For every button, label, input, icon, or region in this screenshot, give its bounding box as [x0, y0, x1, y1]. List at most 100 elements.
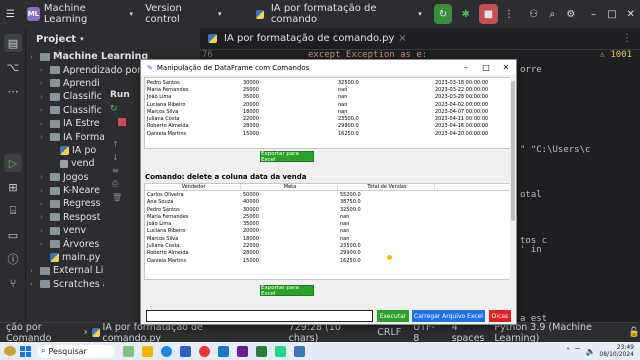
table-cell: nan [338, 108, 348, 115]
chevron-right-icon[interactable]: › [40, 66, 50, 74]
lock-icon[interactable]: 🔓 [628, 327, 640, 338]
debug-button[interactable]: ✱ [456, 4, 475, 24]
wrap-icon[interactable]: ≡ [104, 162, 140, 175]
editor-tab[interactable]: IA por formatação de comando.py [224, 33, 394, 44]
dialog-maximize-button[interactable]: □ [476, 63, 496, 72]
chevron-right-icon[interactable]: › [40, 187, 50, 195]
table-cell: 2023-03-28 00:00:00 [435, 94, 489, 101]
trash-icon[interactable]: 🗑 [104, 189, 140, 202]
chevron-right-icon[interactable]: › [30, 267, 40, 275]
close-tab-icon[interactable]: × [398, 33, 406, 44]
project-selector[interactable]: ML Machine Learning ▾ [21, 0, 139, 28]
table-header-cell[interactable]: Vendedor [145, 184, 241, 191]
settings-icon[interactable]: ⚙ [562, 4, 581, 24]
chevron-right-icon[interactable]: › [40, 133, 50, 141]
scroll-thumb[interactable] [511, 81, 515, 221]
search-icon[interactable]: ⌕ [543, 4, 562, 24]
more-tabs-icon[interactable]: ⋮ [622, 33, 632, 44]
close-button[interactable]: ✕ [621, 4, 640, 24]
print-icon[interactable]: ⎙ [104, 175, 140, 189]
table-cell: 28000 [243, 123, 259, 130]
structure-tool-icon[interactable]: ⋯ [4, 82, 22, 100]
table-header-cell[interactable]: Total de Vendas [338, 184, 435, 191]
python-packages-icon[interactable]: ⊞ [4, 178, 22, 196]
store-icon[interactable] [180, 345, 191, 357]
stop-button[interactable]: ■ [479, 4, 498, 24]
chevron-right-icon[interactable]: › [40, 173, 50, 181]
python-file-icon [50, 253, 59, 263]
stop-icon[interactable] [118, 118, 126, 126]
folder-icon [50, 226, 60, 235]
collaborate-icon[interactable]: ⚇ [524, 4, 543, 24]
chevron-right-icon[interactable]: › [40, 213, 50, 221]
table-cell: 16250.0 [338, 130, 359, 137]
run-tool-icon[interactable]: ▷ [4, 154, 22, 172]
folder-icon [50, 173, 60, 182]
export-label: Exportar para Excel [261, 150, 299, 163]
chevron-right-icon[interactable]: › [40, 200, 50, 208]
copilot-icon[interactable] [123, 345, 134, 357]
problems-icon[interactable]: ⓘ [4, 250, 22, 268]
edge-icon[interactable] [161, 345, 172, 357]
vcs-tool-icon[interactable]: ⑂ [4, 274, 22, 292]
table-cell: 23500.0 [340, 243, 361, 250]
version-control-menu[interactable]: Version control ▾ [139, 0, 227, 28]
more-actions-icon[interactable]: ⋮ [500, 4, 519, 24]
python-icon[interactable] [294, 345, 305, 357]
chevron-right-icon[interactable]: › [40, 227, 50, 235]
table-cell: 2023-04-02 00:00:00 [435, 101, 489, 108]
chevron-right-icon[interactable]: › [40, 240, 50, 248]
table-cell: 20000 [243, 228, 259, 235]
up-arrow-icon[interactable]: ↑ [104, 126, 140, 149]
system-tray[interactable]: ˄ ⌔ 🔈 23:49 08/10/2024 [566, 344, 640, 358]
command-input[interactable] [146, 310, 373, 322]
chrome-icon[interactable] [199, 345, 210, 357]
export-excel-button-2[interactable]: Exportar para Excel [260, 285, 314, 297]
run-config-selector[interactable]: IA por formatação de comando ▾ [250, 0, 428, 28]
terminal-icon[interactable]: ▭ [4, 226, 22, 244]
table-header-cell[interactable]: Meta [241, 184, 338, 191]
main-menu-icon[interactable]: ☰ [0, 0, 21, 28]
chevron-right-icon[interactable]: › [40, 120, 50, 128]
status-path[interactable]: ção por Comando [0, 322, 80, 344]
vscode-icon[interactable] [218, 345, 229, 357]
chevron-right-icon[interactable]: › [40, 93, 50, 101]
dialog-body: Pedro Santos 30000 32500.0 2023-03-18 00:00… [141, 75, 516, 324]
chevron-right-icon[interactable]: › [30, 53, 40, 61]
chevron-right-icon[interactable]: › [30, 280, 40, 288]
tips-button[interactable]: Dicas [489, 310, 511, 322]
dialog-close-button[interactable]: ✕ [496, 63, 516, 72]
app-icon-2[interactable] [256, 345, 267, 357]
dialog-scrollbar[interactable] [510, 75, 516, 309]
execute-button[interactable]: Executar [377, 310, 409, 322]
file-explorer-icon[interactable] [142, 345, 153, 357]
export-excel-button-1[interactable]: Exportar para Excel [260, 150, 314, 163]
rerun-button[interactable]: ↻ [433, 4, 453, 24]
minimize-button[interactable]: – [584, 4, 603, 24]
windows-taskbar: ⌕ Pesquisar ˄ ⌔ 🔈 23:49 08/10/2024 [0, 342, 640, 360]
rerun-icon[interactable]: ↻ [104, 104, 140, 114]
project-tool-icon[interactable]: ▤ [4, 34, 22, 52]
windows-start-icon[interactable] [20, 345, 31, 357]
chevron-right-icon[interactable]: › [40, 79, 50, 87]
chevron-right-icon[interactable]: › [40, 106, 50, 114]
app-icon-1[interactable] [237, 345, 248, 357]
dialog-minimize-button[interactable]: – [456, 63, 476, 72]
down-arrow-icon[interactable]: ↓ [104, 149, 140, 162]
table-cell: nan [340, 235, 350, 242]
table-row: Ana Souza 40000 38750.0 [145, 199, 516, 206]
taskbar-search[interactable]: ⌕ Pesquisar [37, 344, 115, 358]
project-panel-header[interactable]: Project ▾ [26, 28, 200, 50]
dialog-title-bar[interactable]: ✎ Manipulação de DataFrame com Comandos … [141, 60, 516, 75]
python-console-icon[interactable]: ⌸ [4, 202, 22, 220]
pycharm-icon[interactable] [275, 345, 286, 357]
maximize-button[interactable]: □ [603, 4, 622, 24]
commit-tool-icon[interactable]: ⌥ [4, 58, 22, 76]
editor-tab-bar: IA por formatação de comando.py × ⋮ [200, 28, 640, 50]
table-cell: 20000 [243, 101, 259, 108]
inspection-widget[interactable]: ⚠ 1001 [599, 50, 632, 60]
load-excel-button[interactable]: Carregar Arquivo Excel [412, 310, 485, 322]
weather-icon[interactable] [4, 346, 16, 356]
status-line-separator[interactable]: CRLF [377, 327, 401, 338]
